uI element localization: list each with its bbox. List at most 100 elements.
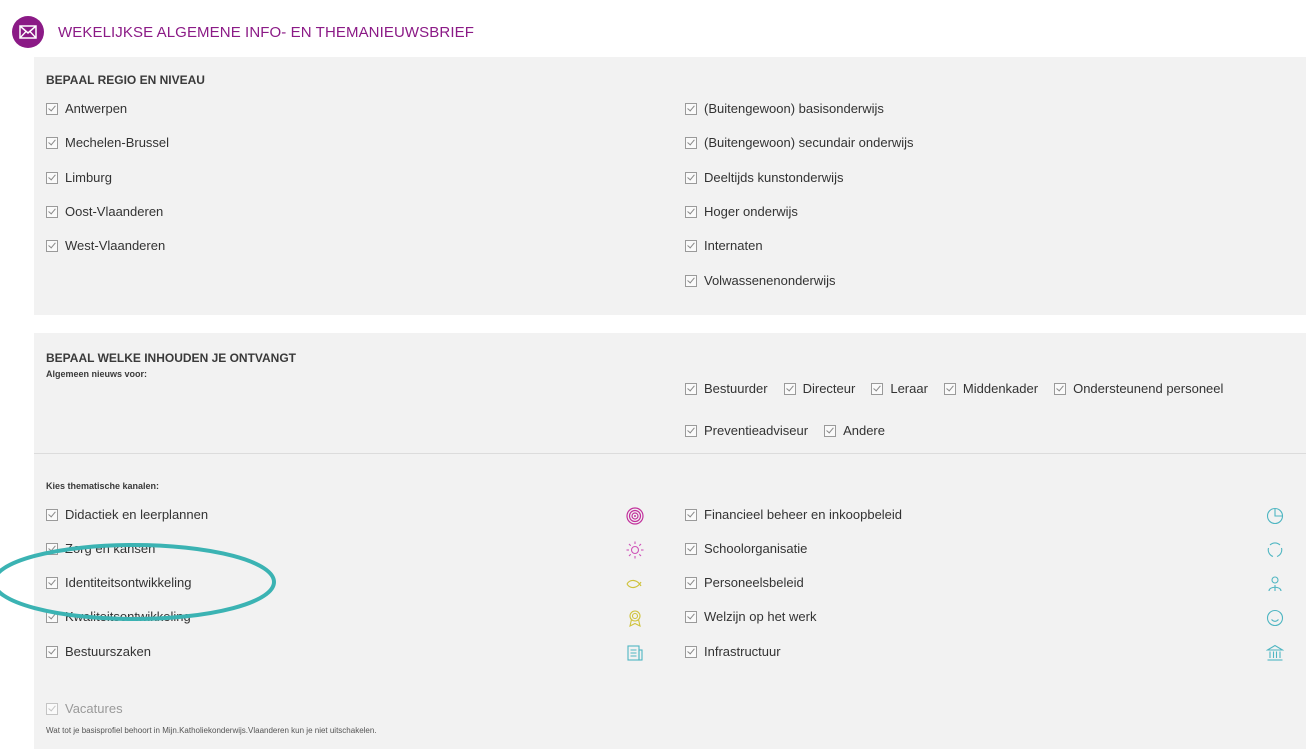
checkbox-level-kunstonderwijs[interactable]: Deeltijds kunstonderwijs bbox=[685, 170, 843, 185]
checkbox-level-basisonderwijs[interactable]: (Buitengewoon) basisonderwijs bbox=[685, 101, 884, 116]
checkbox-box[interactable] bbox=[685, 610, 697, 623]
checkbox-label: Deeltijds kunstonderwijs bbox=[704, 170, 844, 185]
checkbox-level-internaten[interactable]: Internaten bbox=[685, 238, 763, 253]
checkbox-box[interactable] bbox=[685, 382, 697, 395]
checkbox-box[interactable] bbox=[685, 136, 697, 149]
checkbox-box[interactable] bbox=[685, 239, 697, 252]
page-title: WEKELIJKSE ALGEMENE INFO- EN THEMANIEUWS… bbox=[58, 23, 474, 41]
checkbox-region-mechelen-brussel[interactable]: Mechelen-Brussel bbox=[46, 135, 169, 150]
checkbox-channel-schoolorganisatie[interactable]: Schoolorganisatie bbox=[685, 541, 807, 556]
building-icon bbox=[1266, 644, 1284, 662]
checkbox-box[interactable] bbox=[943, 382, 956, 395]
checkbox-box[interactable] bbox=[46, 102, 58, 115]
checkbox-channel-zorg[interactable]: Zorg en kansen bbox=[46, 541, 155, 556]
region-section-title: BEPAAL REGIO EN NIVEAU bbox=[46, 73, 205, 87]
checkbox-box[interactable] bbox=[46, 508, 58, 521]
checkbox-audience-bestuurder[interactable]: Bestuurder bbox=[685, 381, 768, 396]
content-section-title: BEPAAL WELKE INHOUDEN JE ONTVANGT bbox=[46, 351, 297, 365]
content-panel: BEPAAL WELKE INHOUDEN JE ONTVANGT Algeme… bbox=[34, 333, 1306, 749]
checkbox-audience-middenkader[interactable]: Middenkader bbox=[943, 381, 1039, 396]
mail-icon bbox=[12, 16, 44, 48]
checkbox-box[interactable] bbox=[871, 382, 884, 395]
checkbox-label: West-Vlaanderen bbox=[65, 238, 166, 253]
checkbox-label: Antwerpen bbox=[65, 101, 128, 116]
checkbox-box[interactable] bbox=[46, 542, 58, 555]
checkbox-label: Leraar bbox=[890, 381, 928, 396]
checkbox-channel-financieel[interactable]: Financieel beheer en inkoopbeleid bbox=[685, 507, 902, 522]
checkbox-label: Mechelen-Brussel bbox=[65, 135, 170, 150]
checkbox-channel-identiteit[interactable]: Identiteitsontwikkeling bbox=[46, 575, 191, 590]
checkbox-region-antwerpen[interactable]: Antwerpen bbox=[46, 101, 127, 116]
checkbox-audience-leraar[interactable]: Leraar bbox=[871, 381, 928, 396]
checkbox-box[interactable] bbox=[1054, 382, 1067, 395]
checkbox-label: Limburg bbox=[65, 170, 112, 185]
checkbox-audience-andere[interactable]: Andere bbox=[824, 423, 885, 438]
checkbox-box bbox=[46, 702, 58, 715]
checkbox-level-volwassenenonderwijs[interactable]: Volwassenenonderwijs bbox=[685, 273, 836, 288]
checkbox-region-oost-vlaanderen[interactable]: Oost-Vlaanderen bbox=[46, 204, 163, 219]
checkbox-channel-bestuurszaken[interactable]: Bestuurszaken bbox=[46, 644, 151, 659]
checkbox-label: Directeur bbox=[802, 381, 856, 396]
divider bbox=[34, 453, 1306, 454]
checkbox-label: Welzijn op het werk bbox=[704, 609, 817, 624]
checkbox-label: Preventieadviseur bbox=[704, 423, 809, 438]
checkbox-box[interactable] bbox=[46, 171, 58, 184]
checkbox-label: Personeelsbeleid bbox=[704, 575, 804, 590]
checkbox-channel-kwaliteit[interactable]: Kwaliteitsontwikkeling bbox=[46, 609, 191, 624]
checkbox-label: Kwaliteitsontwikkeling bbox=[65, 609, 191, 624]
audience-row-2: Preventieadviseur Andere bbox=[685, 423, 901, 438]
pie-chart-icon bbox=[1266, 507, 1284, 525]
checkbox-box[interactable] bbox=[46, 576, 58, 589]
region-level-panel: BEPAAL REGIO EN NIVEAU Antwerpen Mechele… bbox=[34, 57, 1306, 315]
checkbox-box[interactable] bbox=[685, 645, 697, 658]
checkbox-box[interactable] bbox=[685, 508, 697, 521]
newsletter-header: WEKELIJKSE ALGEMENE INFO- EN THEMANIEUWS… bbox=[12, 16, 474, 48]
checkbox-box[interactable] bbox=[46, 136, 58, 149]
checkbox-label: Hoger onderwijs bbox=[704, 204, 798, 219]
people-icon bbox=[1266, 575, 1284, 593]
award-icon bbox=[626, 609, 644, 627]
checkbox-audience-preventieadviseur[interactable]: Preventieadviseur bbox=[685, 423, 808, 438]
cycle-icon bbox=[1266, 541, 1284, 559]
checkbox-box[interactable] bbox=[685, 274, 697, 287]
checkbox-box[interactable] bbox=[46, 205, 58, 218]
general-news-label: Algemeen nieuws voor: bbox=[46, 369, 148, 379]
checkbox-box[interactable] bbox=[783, 382, 796, 395]
checkbox-box[interactable] bbox=[824, 424, 837, 437]
checkbox-level-secundair[interactable]: (Buitengewoon) secundair onderwijs bbox=[685, 135, 914, 150]
checkbox-label: Andere bbox=[843, 423, 885, 438]
checkbox-channel-welzijn[interactable]: Welzijn op het werk bbox=[685, 609, 816, 624]
checkbox-level-hoger-onderwijs[interactable]: Hoger onderwijs bbox=[685, 204, 798, 219]
checkbox-label: Zorg en kansen bbox=[65, 541, 156, 556]
checkbox-label: Schoolorganisatie bbox=[704, 541, 808, 556]
checkbox-box[interactable] bbox=[685, 542, 697, 555]
target-icon bbox=[626, 507, 644, 525]
checkbox-channel-didactiek[interactable]: Didactiek en leerplannen bbox=[46, 507, 208, 522]
checkbox-region-limburg[interactable]: Limburg bbox=[46, 170, 112, 185]
checkbox-box[interactable] bbox=[685, 102, 697, 115]
checkbox-label: Didactiek en leerplannen bbox=[65, 507, 209, 522]
checkbox-box[interactable] bbox=[685, 171, 697, 184]
checkbox-label: Bestuurszaken bbox=[65, 644, 151, 659]
document-icon bbox=[626, 644, 644, 662]
checkbox-box[interactable] bbox=[46, 645, 58, 658]
fish-icon bbox=[626, 575, 644, 593]
checkbox-audience-directeur[interactable]: Directeur bbox=[783, 381, 856, 396]
checkbox-label: (Buitengewoon) secundair onderwijs bbox=[704, 135, 914, 150]
checkbox-box[interactable] bbox=[685, 424, 697, 437]
channels-label: Kies thematische kanalen: bbox=[46, 481, 160, 491]
checkbox-label: Financieel beheer en inkoopbeleid bbox=[704, 507, 903, 522]
sun-icon bbox=[626, 541, 644, 559]
checkbox-box[interactable] bbox=[46, 610, 58, 623]
checkbox-label: Oost-Vlaanderen bbox=[65, 204, 164, 219]
checkbox-box[interactable] bbox=[46, 239, 58, 252]
checkbox-label: Identiteitsontwikkeling bbox=[65, 575, 192, 590]
checkbox-channel-infrastructuur[interactable]: Infrastructuur bbox=[685, 644, 781, 659]
checkbox-label: Middenkader bbox=[962, 381, 1039, 396]
checkbox-box[interactable] bbox=[685, 205, 697, 218]
checkbox-box[interactable] bbox=[685, 576, 697, 589]
checkbox-label: Vacatures bbox=[65, 701, 123, 716]
checkbox-region-west-vlaanderen[interactable]: West-Vlaanderen bbox=[46, 238, 165, 253]
checkbox-channel-personeelsbeleid[interactable]: Personeelsbeleid bbox=[685, 575, 804, 590]
checkbox-audience-ondersteunend-personeel[interactable]: Ondersteunend personeel bbox=[1054, 381, 1223, 396]
